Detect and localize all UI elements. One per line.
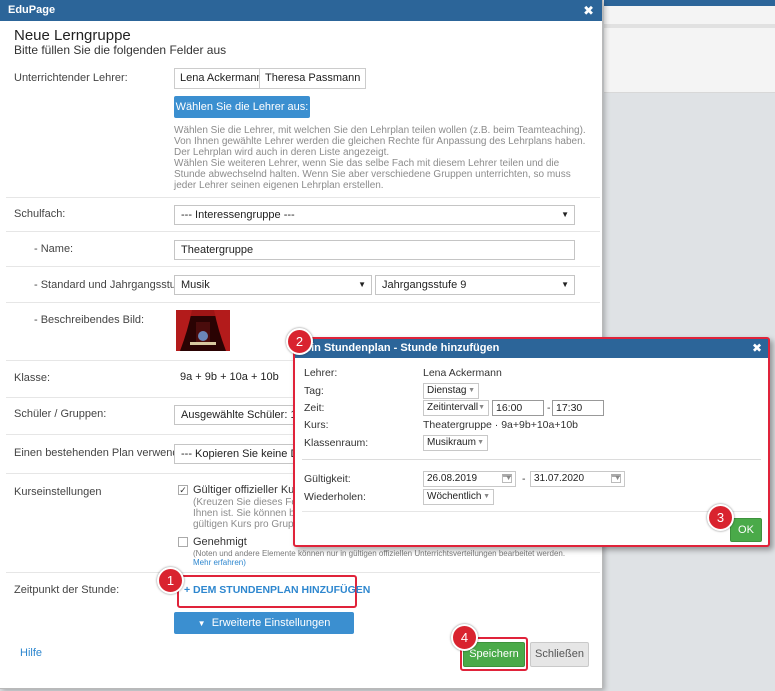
- dialog-titlebar: EduPage ✖: [0, 0, 602, 21]
- divider: [6, 197, 600, 198]
- choose-teachers-button[interactable]: Wählen Sie die Lehrer aus:: [174, 96, 310, 118]
- standard-subject-select[interactable]: Musik: [174, 275, 372, 295]
- grade-select[interactable]: Jahrgangsstufe 9: [375, 275, 575, 295]
- image-label: - Beschreibendes Bild:: [34, 314, 145, 326]
- subject-label: Schulfach:: [14, 208, 66, 220]
- time-mode-select[interactable]: Zeitintervall: [423, 400, 489, 416]
- step-badge-1: 1: [157, 567, 184, 594]
- divider: [6, 572, 600, 573]
- room-select[interactable]: Musikraum: [423, 435, 488, 451]
- advanced-settings-button[interactable]: ▼ Erweiterte Einstellungen anzeigen: [174, 612, 354, 652]
- official-course-label: Gültiger offizieller Kurs: [193, 484, 304, 496]
- lesson-time-label: Zeitpunkt der Stunde:: [14, 584, 120, 596]
- page-subtitle: Bitte füllen Sie die folgenden Felder au…: [14, 43, 227, 57]
- course-label: Kurs:: [304, 419, 329, 431]
- window-title: EduPage: [8, 4, 56, 16]
- existing-plan-label: Einen bestehenden Plan verwenden:: [14, 447, 194, 459]
- page-title: Neue Lerngruppe: [14, 27, 131, 44]
- name-label: - Name:: [34, 243, 74, 255]
- students-label: Schüler / Gruppen:: [14, 408, 107, 420]
- day-label: Tag:: [304, 385, 324, 397]
- close-icon[interactable]: ✖: [583, 0, 594, 21]
- calendar-icon[interactable]: [611, 474, 621, 483]
- close-button[interactable]: Schließen: [530, 642, 589, 667]
- subject-select[interactable]: --- Interessengruppe ---: [174, 205, 575, 225]
- caret-down-icon: ▼: [197, 619, 206, 628]
- background-panel: [604, 6, 775, 93]
- repeat-select[interactable]: Wöchentlich: [423, 489, 494, 505]
- add-lesson-title: ein Stundenplan - Stunde hinzufügen: [305, 342, 500, 354]
- repeat-label: Wiederholen:: [304, 491, 366, 503]
- teacher-label: Lehrer:: [304, 367, 338, 379]
- validity-dash: -: [522, 473, 526, 485]
- divider: [6, 231, 600, 232]
- step-badge-3: 3: [707, 504, 734, 531]
- close-icon[interactable]: ✖: [752, 339, 762, 358]
- background-divider: [604, 24, 775, 28]
- help-link[interactable]: Hilfe: [20, 647, 42, 659]
- time-dash: -: [547, 402, 551, 414]
- teacher-chip[interactable]: Theresa Passmann: [259, 68, 367, 89]
- learn-more-link[interactable]: Mehr erfahren): [193, 558, 246, 567]
- course-settings-label: Kurseinstellungen: [14, 486, 102, 498]
- ok-button[interactable]: OK: [730, 518, 762, 542]
- standard-label: - Standard und Jahrgangsstufe:: [34, 279, 189, 291]
- divider: [302, 511, 761, 512]
- approved-help: (Noten und andere Elemente können nur in…: [193, 549, 566, 558]
- approved-checkbox[interactable]: [178, 537, 188, 547]
- time-label: Zeit:: [304, 402, 325, 414]
- group-image[interactable]: [176, 310, 230, 351]
- divider: [6, 302, 600, 303]
- add-to-timetable-button[interactable]: + DEM STUNDENPLAN HINZUFÜGEN: [184, 584, 370, 596]
- time-from-input[interactable]: 16:00: [492, 400, 544, 416]
- course-value: Theatergruppe · 9a+9b+10a+10b: [423, 419, 579, 431]
- room-label: Klassenraum:: [304, 437, 369, 449]
- teacher-chip[interactable]: Lena Ackermann: [174, 68, 269, 89]
- day-select[interactable]: Dienstag: [423, 383, 479, 399]
- calendar-icon[interactable]: [502, 474, 512, 483]
- add-lesson-dialog: ein Stundenplan - Stunde hinzufügen ✖ Le…: [293, 337, 770, 547]
- official-course-help: (Kreuzen Sie dieses Fe Ihnen ist. Sie kö…: [193, 497, 297, 530]
- divider: [302, 459, 761, 460]
- approved-label: Genehmigt: [193, 536, 247, 548]
- teacher-label: Unterrichtender Lehrer:: [14, 72, 128, 84]
- divider: [6, 266, 600, 267]
- step-badge-2: 2: [286, 328, 313, 355]
- name-input[interactable]: Theatergruppe: [174, 240, 575, 260]
- step-badge-4: 4: [451, 624, 478, 651]
- class-label: Klasse:: [14, 372, 51, 384]
- teacher-value: Lena Ackermann: [423, 367, 502, 379]
- validity-label: Gültigkeit:: [304, 473, 351, 485]
- add-lesson-titlebar: ein Stundenplan - Stunde hinzufügen ✖: [295, 339, 768, 358]
- time-to-input[interactable]: 17:30: [552, 400, 604, 416]
- valid-from-input[interactable]: 26.08.2019: [423, 471, 516, 487]
- official-course-checkbox[interactable]: ✓: [178, 485, 188, 495]
- valid-to-input[interactable]: 31.07.2020: [530, 471, 625, 487]
- theater-stage-image: [176, 310, 230, 351]
- teacher-help-text: Wählen Sie die Lehrer, mit welchen Sie d…: [174, 125, 586, 191]
